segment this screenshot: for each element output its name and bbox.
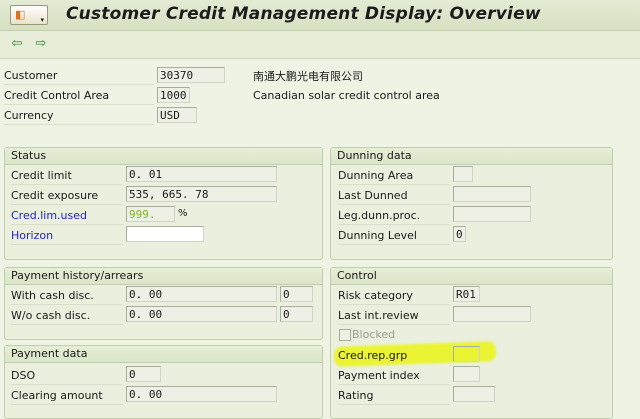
dunning-level-field[interactable]: 0 <box>453 226 466 242</box>
with-cash-disc-label: With cash disc. <box>11 287 123 305</box>
previous-page-icon[interactable]: ⇦ <box>10 36 24 52</box>
blocked-checkbox[interactable] <box>339 329 351 341</box>
credit-limit-field[interactable]: 0. 01 <box>126 166 277 182</box>
risk-category-label: Risk category <box>338 287 450 305</box>
currency-field[interactable]: USD <box>157 107 197 123</box>
dunning-area-field[interactable] <box>453 166 473 182</box>
cred-lim-used-field[interactable]: 999. 99 <box>126 206 175 237</box>
dunning-level-label: Dunning Level <box>338 227 450 245</box>
leg-dunn-proc-label: Leg.dunn.proc. <box>338 207 450 225</box>
blocked-label: Blocked <box>352 328 396 341</box>
credit-control-area-field[interactable]: 1000 <box>157 87 190 103</box>
rating-field[interactable] <box>453 386 495 402</box>
dropdown-arrow-icon: ▾ <box>40 16 44 24</box>
credit-control-area-label: Credit Control Area <box>4 87 154 105</box>
currency-label: Currency <box>4 107 154 125</box>
wo-cash-disc-field[interactable]: 0. 00 <box>126 306 277 322</box>
payment-history-title: Payment history/arrears <box>5 268 322 285</box>
menu-icon: ◧ <box>15 8 26 21</box>
status-title: Status <box>5 148 322 165</box>
payment-index-field[interactable] <box>453 366 480 382</box>
clearing-amount-field[interactable]: 0. 00 <box>126 386 277 402</box>
cred-rep-grp-field[interactable] <box>453 346 480 362</box>
credit-exposure-field[interactable]: 535, 665. 78 <box>126 186 277 202</box>
clearing-amount-label: Clearing amount <box>11 387 123 405</box>
payment-index-label: Payment index <box>338 367 450 385</box>
last-int-review-label: Last int.review <box>338 307 450 325</box>
dso-label: DSO <box>11 367 123 385</box>
rating-label: Rating <box>338 387 450 405</box>
credit-limit-label: Credit limit <box>11 167 123 185</box>
payment-data-title: Payment data <box>5 346 322 363</box>
risk-category-field[interactable]: R01 <box>453 286 480 302</box>
cred-lim-used-label[interactable]: Cred.lim.used <box>11 207 123 225</box>
credit-control-area-desc: Canadian solar credit control area <box>253 89 440 102</box>
horizon-label[interactable]: Horizon <box>11 227 123 245</box>
customer-field[interactable]: 30370 <box>157 67 225 83</box>
system-menu-button[interactable]: ◧ ▾ <box>10 5 48 25</box>
dso-field[interactable]: 0 <box>126 366 161 382</box>
customer-label: Customer <box>4 67 154 85</box>
percent-sign: % <box>178 208 188 219</box>
last-int-review-field[interactable] <box>453 306 531 322</box>
control-title: Control <box>331 268 612 285</box>
last-dunned-field[interactable] <box>453 186 531 202</box>
page-title: Customer Credit Management Display: Over… <box>66 4 541 24</box>
wo-cash-disc-label: W/o cash disc. <box>11 307 123 325</box>
dunning-title: Dunning data <box>331 148 612 165</box>
credit-exposure-label: Credit exposure <box>11 187 123 205</box>
cred-rep-grp-label: Cred.rep.grp <box>338 349 408 362</box>
last-dunned-label: Last Dunned <box>338 187 450 205</box>
customer-name: 南通大鹏光电有限公司 <box>253 70 363 83</box>
horizon-field[interactable] <box>126 226 204 242</box>
leg-dunn-proc-field[interactable] <box>453 206 531 222</box>
with-cash-disc-field[interactable]: 0. 00 <box>126 286 277 302</box>
with-cash-disc-count[interactable]: 0 <box>280 286 313 302</box>
toolbar <box>0 31 640 59</box>
next-page-icon[interactable]: ⇨ <box>34 36 48 52</box>
wo-cash-disc-count[interactable]: 0 <box>280 306 313 322</box>
dunning-area-label: Dunning Area <box>338 167 450 185</box>
